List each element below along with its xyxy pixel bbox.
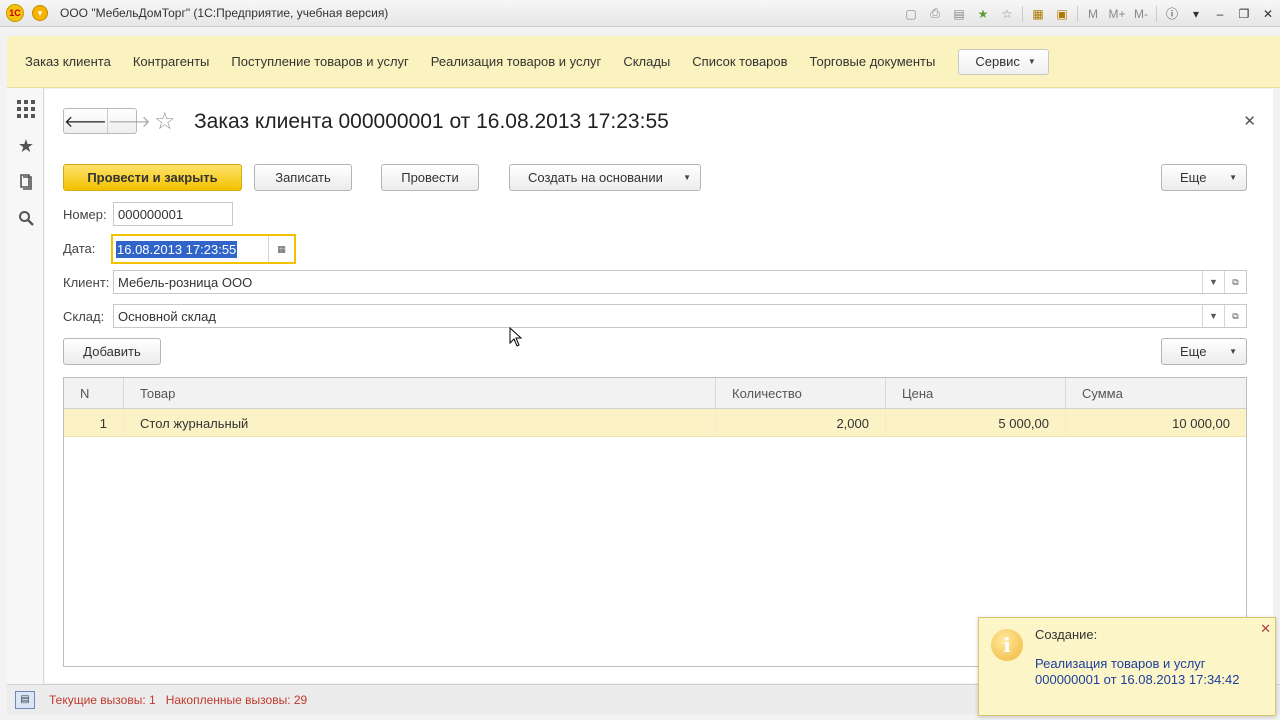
close-icon[interactable]: ✕ <box>1260 621 1271 637</box>
number-label: Номер: <box>63 207 107 222</box>
column-header-price[interactable]: Цена <box>886 378 1066 409</box>
memory-minus-button[interactable]: M- <box>1129 0 1153 27</box>
preview-icon[interactable]: ▤ <box>947 0 971 27</box>
star-icon[interactable]: ☆ <box>154 107 176 136</box>
row-product: Стол журнальный <box>124 409 716 437</box>
close-icon[interactable]: ✕ <box>1243 112 1256 130</box>
chevron-down-icon: ▼ <box>1229 347 1237 356</box>
write-button[interactable]: Записать <box>254 164 352 191</box>
row-sum: 10 000,00 <box>1172 415 1230 431</box>
notification-link-line2: 000000001 от 16.08.2013 17:34:42 <box>1035 672 1240 687</box>
document-form: 🡐 🡒 ☆ Заказ клиента 000000001 от 16.08.2… <box>45 89 1273 683</box>
service-menu-label: Сервис <box>975 54 1020 69</box>
notification-link[interactable]: Реализация товаров и услуг 000000001 от … <box>1035 656 1265 688</box>
forward-icon[interactable]: 🡒 <box>108 109 151 133</box>
column-header-sum[interactable]: Сумма <box>1066 378 1246 409</box>
warehouse-value: Основной склад <box>118 308 216 324</box>
close-icon[interactable]: ✕ <box>1256 0 1280 27</box>
client-field[interactable]: Мебель-розница ООО ▼ ⧉ <box>113 270 1247 294</box>
table-header: N Товар Количество Цена Сумма <box>64 378 1246 409</box>
notification-title: Создание: <box>1035 627 1098 642</box>
row-quantity: 2,000 <box>716 409 886 437</box>
toolbar-divider <box>1156 5 1157 22</box>
save-icon[interactable]: ▢ <box>899 0 923 27</box>
column-header-product[interactable]: Товар <box>124 378 716 409</box>
restore-icon[interactable]: ❐ <box>1232 0 1256 27</box>
info-icon[interactable]: ⓘ <box>1160 0 1184 27</box>
chevron-down-icon: ▼ <box>683 173 691 182</box>
row-number: 1 <box>64 409 124 437</box>
favorites-icon[interactable]: ★ <box>971 0 995 27</box>
memory-m-button[interactable]: M <box>1081 0 1105 27</box>
more-button[interactable]: Еще ▼ <box>1161 164 1247 191</box>
more-label: Еще <box>1180 170 1207 185</box>
section-trade-documents[interactable]: Торговые документы <box>799 54 947 69</box>
mouse-cursor-icon <box>509 327 523 347</box>
title-bar: 1С ▾ ООО "МебельДомТорг" (1С:Предприятие… <box>0 0 1280 27</box>
section-goods-sales[interactable]: Реализация товаров и услуг <box>420 54 613 69</box>
section-client-order[interactable]: Заказ клиента <box>7 54 122 69</box>
toolbar-divider <box>1022 5 1023 22</box>
sections-panel: Заказ клиента Контрагенты Поступление то… <box>7 36 1280 88</box>
title-toolbar: ▢ ⎙ ▤ ★ ☆ ▦ ▣ M M+ M- ⓘ ▾ – ❐ ✕ <box>899 0 1280 27</box>
left-sidebar: ★ <box>7 88 44 684</box>
chevron-down-icon: ▼ <box>1229 173 1237 182</box>
notification-link-line1: Реализация товаров и услуг <box>1035 656 1206 671</box>
notification-popup: i Создание: Реализация товаров и услуг 0… <box>978 617 1276 716</box>
section-goods-receipt[interactable]: Поступление товаров и услуг <box>220 54 419 69</box>
column-header-n[interactable]: N <box>64 378 124 409</box>
memory-plus-button[interactable]: M+ <box>1105 0 1129 27</box>
open-icon[interactable]: ⧉ <box>1224 305 1246 327</box>
column-header-qty[interactable]: Количество <box>716 378 886 409</box>
all-functions-icon[interactable] <box>14 97 38 121</box>
section-warehouses[interactable]: Склады <box>612 54 681 69</box>
chevron-down-icon[interactable]: ▾ <box>1184 0 1208 27</box>
page-title: Заказ клиента 000000001 от 16.08.2013 17… <box>194 110 669 133</box>
nav-buttons: 🡐 🡒 <box>63 108 151 134</box>
date-label: Дата: <box>63 241 96 256</box>
warehouse-field[interactable]: Основной склад ▼ ⧉ <box>113 304 1247 328</box>
chevron-down-icon: ▼ <box>1027 57 1036 66</box>
section-counterparties[interactable]: Контрагенты <box>122 54 221 69</box>
accumulated-calls-text: Накопленные вызовы: 29 <box>165 692 308 707</box>
post-and-close-button[interactable]: Провести и закрыть <box>63 164 242 191</box>
window-title: ООО "МебельДомТорг" (1С:Предприятие, уче… <box>60 6 389 20</box>
server-calls-icon[interactable]: ▤ <box>15 690 35 709</box>
number-field[interactable]: 000000001 <box>113 202 233 226</box>
history-icon[interactable] <box>14 170 38 194</box>
create-based-on-button[interactable]: Создать на основании ▼ <box>509 164 701 191</box>
table-more-label: Еще <box>1180 344 1207 359</box>
date-value: 16.08.2013 17:23:55 <box>116 240 238 258</box>
calendar-icon[interactable]: ▦ <box>268 236 294 262</box>
info-icon: i <box>991 629 1023 661</box>
open-icon[interactable]: ⧉ <box>1224 271 1246 293</box>
number-value: 000000001 <box>118 206 184 222</box>
table-more-button[interactable]: Еще ▼ <box>1161 338 1247 365</box>
service-menu-button[interactable]: Сервис ▼ <box>958 48 1049 75</box>
warehouse-label: Склад: <box>63 309 105 324</box>
favorites-icon[interactable]: ★ <box>14 134 38 158</box>
post-button[interactable]: Провести <box>381 164 479 191</box>
bookmark-icon[interactable]: ☆ <box>995 0 1019 27</box>
date-field[interactable]: 16.08.2013 17:23:55 ▦ <box>111 234 296 264</box>
chevron-down-icon[interactable]: ▼ <box>1202 271 1224 293</box>
create-based-on-label: Создать на основании <box>528 170 663 185</box>
search-icon[interactable] <box>14 206 38 230</box>
calendar-icon[interactable]: ▣ <box>1050 0 1074 27</box>
row-price: 5 000,00 <box>886 409 1066 437</box>
client-value: Мебель-розница ООО <box>118 274 253 290</box>
current-calls-text: Текущие вызовы: 1 <box>49 692 156 707</box>
minimize-icon[interactable]: – <box>1208 0 1232 27</box>
back-icon[interactable]: 🡐 <box>64 109 108 133</box>
calculator-icon[interactable]: ▦ <box>1026 0 1050 27</box>
client-label: Клиент: <box>63 275 110 290</box>
chevron-down-icon[interactable]: ▼ <box>1202 305 1224 327</box>
add-row-button[interactable]: Добавить <box>63 338 161 365</box>
section-goods-list[interactable]: Список товаров <box>681 54 798 69</box>
print-icon[interactable]: ⎙ <box>923 0 947 27</box>
table-row[interactable]: 1 Стол журнальный 2,000 5 000,00 10 000,… <box>64 409 1246 437</box>
app-logo-icon[interactable]: 1С <box>6 4 24 22</box>
toolbar-divider <box>1077 5 1078 22</box>
main-menu-button[interactable]: ▾ <box>32 5 48 21</box>
